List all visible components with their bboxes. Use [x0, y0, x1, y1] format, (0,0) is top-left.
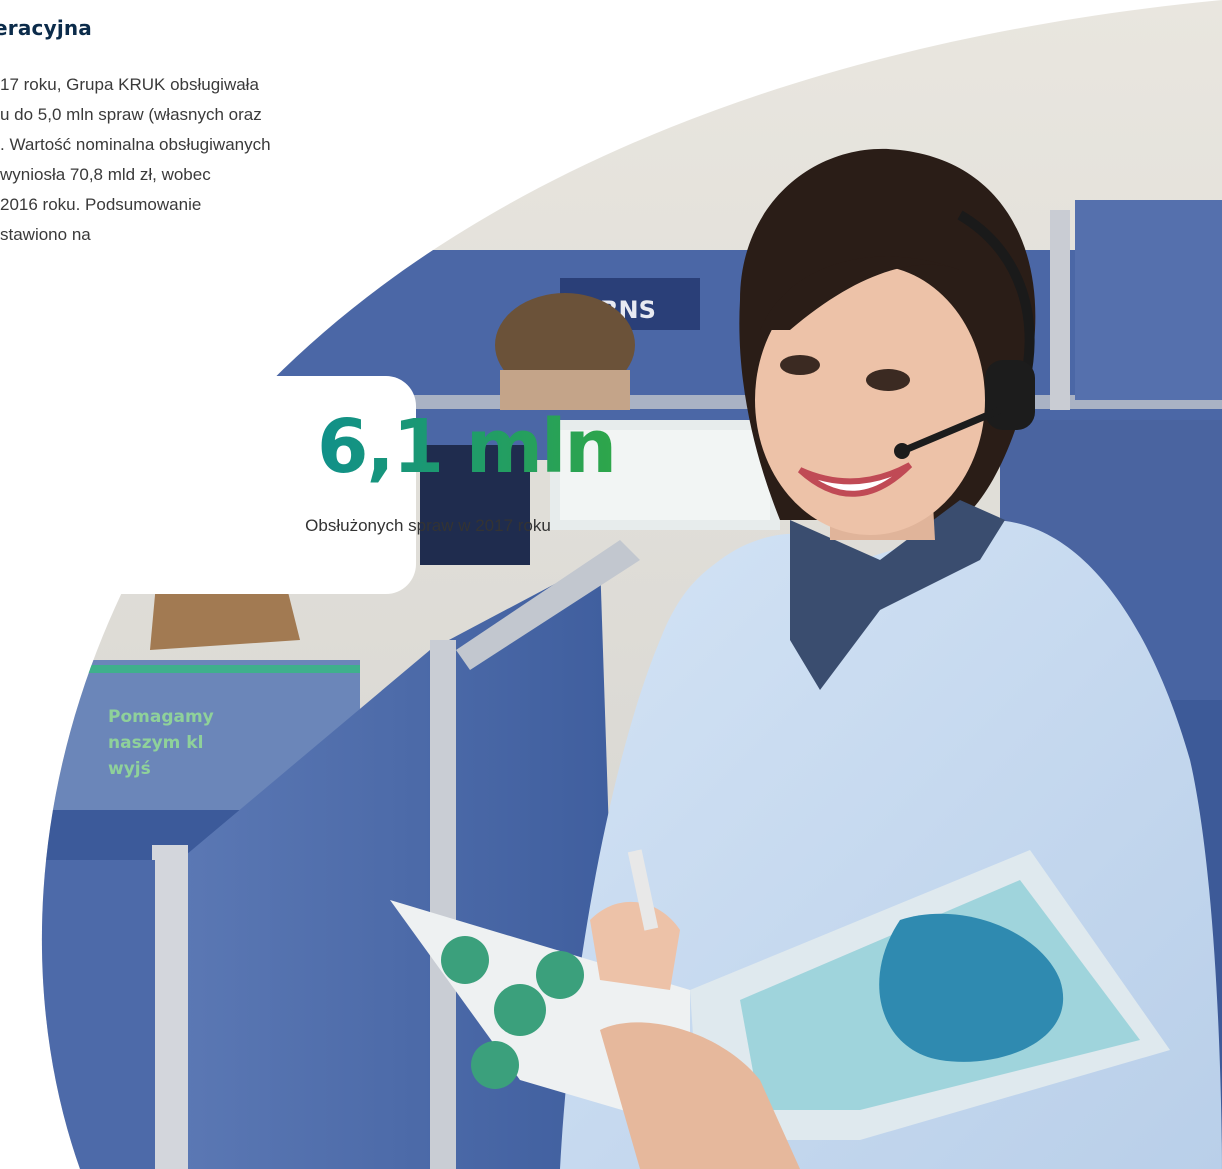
body-line: stawiono na: [0, 225, 91, 244]
stat-value: 6,1 mln: [316, 404, 617, 490]
body-line: 2016 roku. Podsumowanie: [0, 195, 202, 214]
svg-text:Pomagamy: Pomagamy: [108, 707, 214, 727]
body-line: wyniosła 70,8 mld zł, wobec: [0, 165, 211, 184]
body-line: . Wartość nominalna obsługiwanych: [0, 135, 271, 154]
section-heading: eracyjna: [0, 16, 93, 40]
svg-text:naszym kl: naszym kl: [108, 733, 203, 753]
section-body-text: 17 roku, Grupa KRUK obsługiwała u do 5,0…: [0, 70, 380, 250]
body-line: 17 roku, Grupa KRUK obsługiwała: [0, 75, 259, 94]
body-line: u do 5,0 mln spraw (własnych oraz: [0, 105, 262, 124]
svg-text:wyjś: wyjś: [108, 759, 151, 779]
stat-caption: Obsłużonych spraw w 2017 roku: [305, 516, 551, 535]
